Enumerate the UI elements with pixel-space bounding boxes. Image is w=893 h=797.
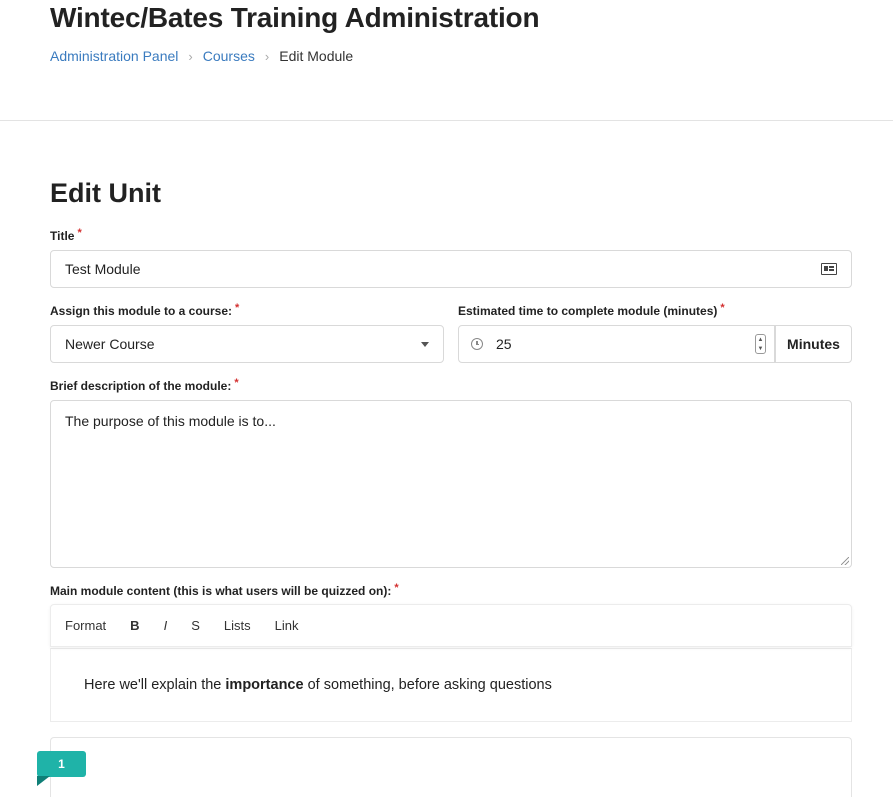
course-label-text: Assign this module to a course: xyxy=(50,304,233,318)
breadcrumb-current: Edit Module xyxy=(279,48,354,64)
title-input[interactable]: Test Module xyxy=(50,250,852,288)
notification-badge[interactable]: 1 xyxy=(37,751,86,777)
course-label: Assign this module to a course: * xyxy=(50,302,240,318)
page-heading: Edit Unit xyxy=(50,178,161,208)
title-label-text: Title xyxy=(50,229,75,243)
breadcrumb-admin-panel-link[interactable]: Administration Panel xyxy=(50,48,178,64)
next-section-panel xyxy=(50,737,852,797)
description-textarea[interactable]: The purpose of this module is to... xyxy=(50,400,852,568)
badge-ribbon-tail xyxy=(37,776,50,786)
italic-button[interactable]: I xyxy=(164,618,168,633)
app-title: Wintec/Bates Training Administration xyxy=(50,2,540,33)
time-label: Estimated time to complete module (minut… xyxy=(458,302,725,318)
editor-toolbar: Format B I S Lists Link xyxy=(50,604,852,647)
format-button[interactable]: Format xyxy=(65,618,106,633)
time-label-text: Estimated time to complete module (minut… xyxy=(458,304,718,318)
lists-button[interactable]: Lists xyxy=(224,618,251,633)
content-label-text: Main module content (this is what users … xyxy=(50,584,392,598)
required-marker: * xyxy=(77,227,82,239)
description-label-text: Brief description of the module: xyxy=(50,379,232,393)
breadcrumb-courses-link[interactable]: Courses xyxy=(203,48,255,64)
strikethrough-button[interactable]: S xyxy=(191,618,200,633)
time-input[interactable]: 25 ▲ ▼ xyxy=(458,325,775,363)
title-input-value: Test Module xyxy=(65,261,141,277)
required-marker: * xyxy=(720,302,725,314)
number-spinner[interactable]: ▲ ▼ xyxy=(755,334,766,354)
content-editor[interactable]: Here we'll explain the importance of som… xyxy=(50,648,852,722)
header-divider xyxy=(0,120,893,121)
resize-handle-icon[interactable] xyxy=(841,557,849,565)
content-label: Main module content (this is what users … xyxy=(50,582,399,598)
required-marker: * xyxy=(394,582,399,594)
breadcrumb-separator: › xyxy=(264,48,270,64)
breadcrumb-separator: › xyxy=(188,48,193,64)
clock-icon xyxy=(471,338,483,350)
course-select[interactable]: Newer Course xyxy=(50,325,444,363)
minutes-addon: Minutes xyxy=(775,325,852,363)
breadcrumb: Administration Panel › Courses › Edit Mo… xyxy=(50,48,353,64)
required-marker: * xyxy=(235,302,240,314)
description-value: The purpose of this module is to... xyxy=(65,413,276,429)
bold-button[interactable]: B xyxy=(130,618,139,633)
chevron-down-icon xyxy=(421,341,429,347)
content-editor-text: Here we'll explain the importance of som… xyxy=(84,677,552,693)
id-card-icon xyxy=(821,263,837,275)
time-input-value: 25 xyxy=(496,336,512,352)
required-marker: * xyxy=(234,377,239,389)
title-label: Title * xyxy=(50,227,82,243)
link-button[interactable]: Link xyxy=(275,618,299,633)
description-label: Brief description of the module: * xyxy=(50,377,239,393)
course-select-value: Newer Course xyxy=(65,336,155,352)
